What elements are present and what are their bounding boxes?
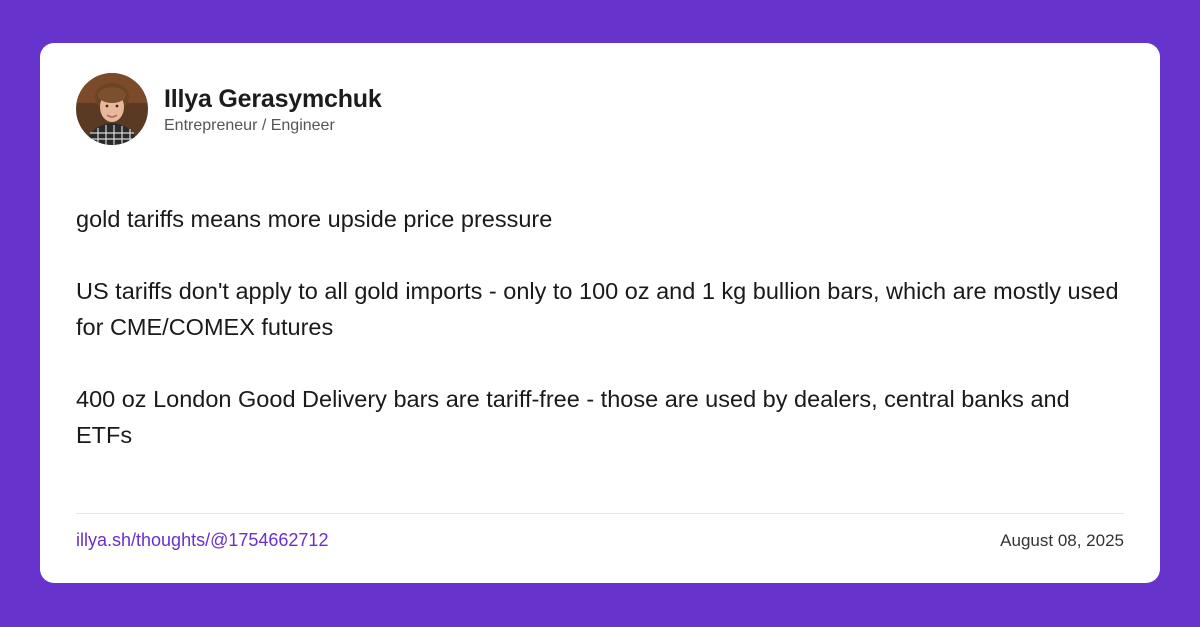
post-card: Illya Gerasymchuk Entrepreneur / Enginee… bbox=[40, 43, 1160, 583]
post-body: gold tariffs means more upside price pre… bbox=[76, 201, 1126, 453]
post-paragraph: gold tariffs means more upside price pre… bbox=[76, 206, 553, 232]
footer-divider bbox=[76, 513, 1124, 514]
avatar[interactable] bbox=[76, 73, 148, 145]
author-name[interactable]: Illya Gerasymchuk bbox=[164, 85, 382, 114]
avatar-photo-icon bbox=[76, 73, 148, 145]
post-date: August 08, 2025 bbox=[1000, 531, 1124, 550]
post-permalink[interactable]: illya.sh/thoughts/@1754662712 bbox=[76, 530, 328, 551]
post-paragraph: 400 oz London Good Delivery bars are tar… bbox=[76, 386, 1070, 448]
post-paragraph: US tariffs don't apply to all gold impor… bbox=[76, 278, 1119, 340]
author-title: Entrepreneur / Engineer bbox=[164, 117, 335, 134]
